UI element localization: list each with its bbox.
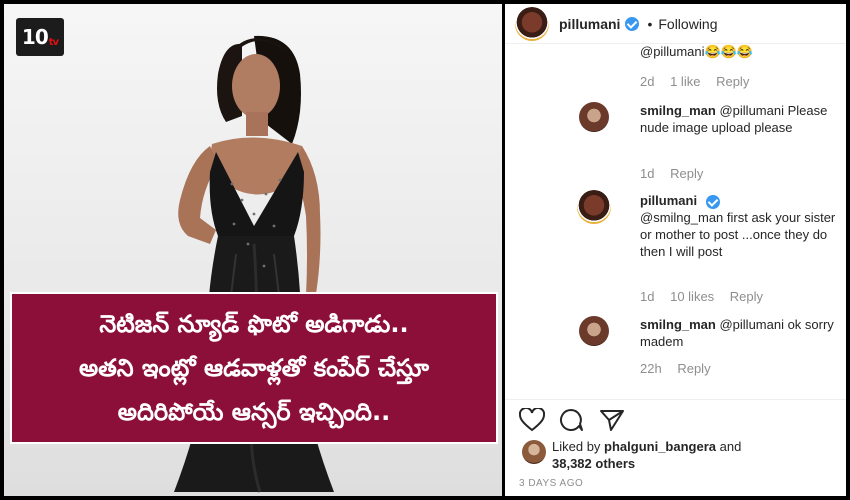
logo-suffix: tv (48, 36, 59, 48)
heart-icon[interactable] (519, 407, 545, 432)
comment-meta: 1d 10 likes Reply (640, 289, 775, 304)
reply-button[interactable]: Reply (670, 166, 703, 181)
comment-time: 1d (640, 166, 655, 181)
comment-body: pillumani @smilng_man first ask your sis… (640, 192, 840, 260)
comment-time: 22h (640, 361, 662, 376)
comment-icon[interactable] (559, 408, 585, 432)
comment-text: @smilng_man first ask your sister or mot… (640, 210, 836, 259)
author-avatar[interactable] (515, 6, 549, 41)
reply-button[interactable]: Reply (677, 361, 710, 376)
likes-text: Liked by phalguni_bangera and 38,382 oth… (552, 438, 741, 472)
comment-meta: 1d Reply (640, 166, 715, 181)
header-separator: • (647, 15, 653, 32)
commenter-avatar[interactable] (579, 102, 609, 132)
likes-count[interactable]: 38,382 others (552, 456, 635, 471)
comments-list: @pillumani😂😂😂 2d 1 like Reply smilng_man… (505, 44, 846, 399)
comment-likes[interactable]: 10 likes (670, 289, 714, 304)
headline-line-1: నెటిజన్ న్యూడ్ ఫొటో అడిగాడు.. (99, 310, 409, 338)
reply-button[interactable]: Reply (730, 289, 763, 304)
liker-username[interactable]: phalguni_bangera (604, 439, 716, 454)
reply-button[interactable]: Reply (716, 74, 749, 89)
likes-prefix: Liked by (552, 439, 605, 454)
commenter-username[interactable]: smilng_man (640, 103, 716, 118)
comment-time: 1d (640, 289, 655, 304)
channel-logo: 10 tv (16, 18, 64, 56)
post-timestamp: 3 DAYS AGO (519, 478, 584, 489)
commenter-avatar[interactable] (577, 190, 611, 224)
following-button[interactable]: Following (658, 16, 717, 32)
liker-avatar[interactable] (522, 440, 546, 464)
instagram-post-panel: pillumani • Following @pillumani😂😂😂 2d 1… (505, 4, 846, 496)
share-icon[interactable] (599, 408, 625, 432)
post-actions (505, 399, 846, 439)
likes-middle: and (716, 439, 742, 454)
author-username[interactable]: pillumani (559, 16, 620, 32)
comment-time: 2d (640, 74, 655, 89)
commenter-username[interactable]: pillumani (640, 193, 697, 208)
comment-meta: 2d 1 like Reply (640, 74, 761, 89)
headline-line-3: అదిరిపోయే ఆన్సర్ ఇచ్చింది.. (117, 398, 391, 426)
post-header: pillumani • Following (505, 4, 846, 44)
frame: 10 tv నెటిజన్ న్యూడ్ ఫొటో అడిగాడు.. అతని … (0, 0, 850, 500)
comment-body: smilng_man @pillumani ok sorry madem (640, 316, 840, 350)
verified-icon (625, 16, 640, 31)
partial-comment-text: @pillumani😂😂😂 (640, 44, 754, 59)
headline-line-2: అతని ఇంట్లో ఆడవాళ్లతో కంపేర్ చేస్తూ (78, 354, 430, 382)
commenter-username[interactable]: smilng_man (640, 317, 716, 332)
logo-main: 10 (21, 25, 49, 49)
comment-item: smilng_man @pillumani ok sorry madem (579, 316, 841, 350)
comment-likes[interactable]: 1 like (670, 74, 700, 89)
comment-body: smilng_man @pillumani Please nude image … (640, 102, 840, 136)
headline-banner: నెటిజన్ న్యూడ్ ఫొటో అడిగాడు.. అతని ఇంట్ల… (10, 292, 498, 444)
comment-item: smilng_man @pillumani Please nude image … (579, 102, 841, 136)
comment-meta: 22h Reply (640, 361, 723, 376)
likes-summary: Liked by phalguni_bangera and 38,382 oth… (522, 436, 842, 476)
verified-icon (705, 194, 720, 209)
commenter-avatar[interactable] (579, 316, 609, 346)
comment-item: pillumani @smilng_man first ask your sis… (577, 190, 841, 260)
